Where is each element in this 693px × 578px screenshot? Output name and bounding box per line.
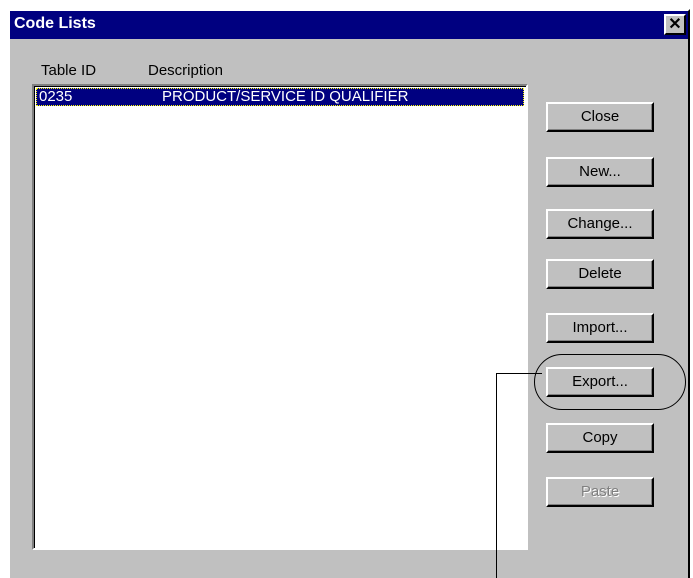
callout-leader-vertical	[496, 373, 497, 578]
delete-button[interactable]: Delete	[546, 259, 654, 289]
list-row-selected[interactable]: 0235 PRODUCT/SERVICE ID QUALIFIER	[36, 88, 524, 106]
window-title: Code Lists	[14, 15, 96, 32]
close-button[interactable]: Close	[546, 102, 654, 132]
import-button[interactable]: Import...	[546, 313, 654, 343]
copy-button[interactable]: Copy	[546, 423, 654, 453]
column-header-description: Description	[148, 62, 224, 79]
close-window-button[interactable]: ✕	[664, 14, 686, 35]
row-description: PRODUCT/SERVICE ID QUALIFIER	[162, 88, 409, 105]
export-callout-oval	[534, 354, 686, 410]
paste-button: Paste	[546, 477, 654, 507]
new-button[interactable]: New...	[546, 157, 654, 187]
column-header-table-id: Table ID	[41, 62, 97, 79]
row-table-id: 0235	[39, 88, 73, 105]
title-bar[interactable]: Code Lists ✕	[10, 11, 688, 39]
change-button[interactable]: Change...	[546, 209, 654, 239]
callout-leader-horizontal	[496, 373, 542, 374]
close-icon: ✕	[668, 16, 682, 33]
code-list-listbox[interactable]: 0235 PRODUCT/SERVICE ID QUALIFIER	[32, 84, 528, 550]
